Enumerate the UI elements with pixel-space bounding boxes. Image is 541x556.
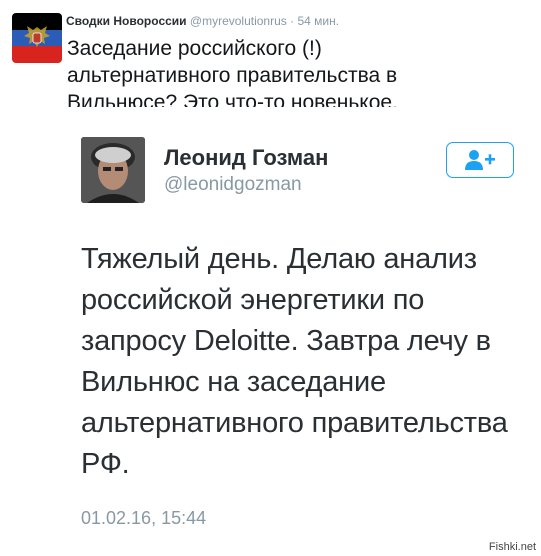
quoted-author-avatar[interactable] <box>81 137 145 203</box>
novorossiya-flag-icon <box>12 13 62 63</box>
quoted-tweet-date[interactable]: 01.02.16, 15:44 <box>81 508 206 529</box>
watermark: Fishki.net <box>488 541 536 553</box>
author-avatar[interactable] <box>12 13 62 63</box>
quoted-author-name[interactable]: Леонид Гозман <box>164 145 328 171</box>
quoted-tweet-text: Тяжелый день. Делаю анализ российской эн… <box>81 243 508 480</box>
tweet-screenshot: Сводки Новороссии @myrevolutionrus · 54 … <box>0 0 541 556</box>
tweet-header: Сводки Новороссии @myrevolutionrus · 54 … <box>66 14 339 28</box>
quoted-author-handle[interactable]: @leonidgozman <box>164 174 302 196</box>
tweet-text: Заседание российского (!) альтернативног… <box>67 37 398 114</box>
quoted-tweet-card[interactable]: Леонид Гозман @leonidgozman Тяжелый день… <box>62 107 536 555</box>
timestamp[interactable]: 54 мин. <box>297 14 339 28</box>
follow-button[interactable] <box>446 142 514 178</box>
separator: · <box>290 14 295 28</box>
author-handle[interactable]: @myrevolutionrus <box>190 14 287 28</box>
author-name[interactable]: Сводки Новороссии <box>66 14 187 28</box>
add-user-icon <box>465 150 495 170</box>
person-photo-icon <box>81 137 145 203</box>
